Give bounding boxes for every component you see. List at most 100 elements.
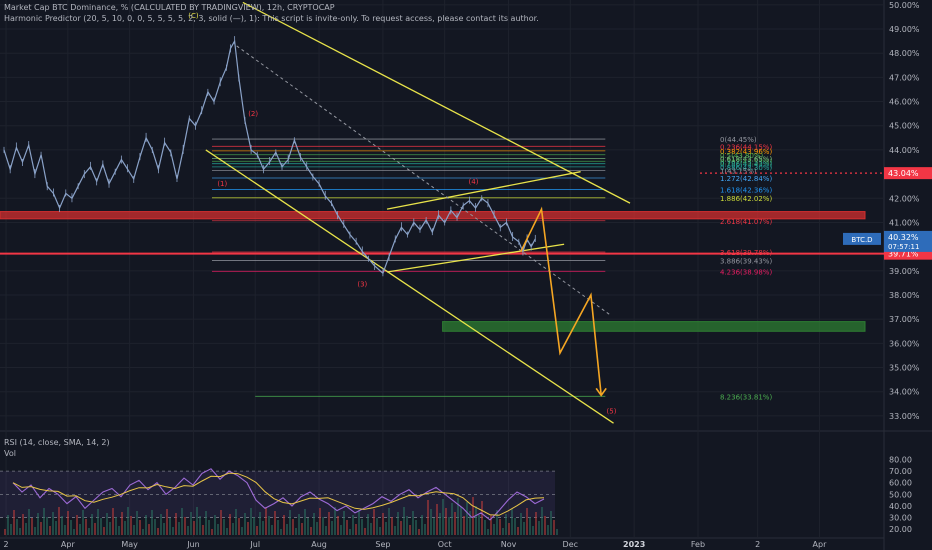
volume-bar bbox=[16, 519, 18, 535]
volume-bar bbox=[37, 513, 39, 535]
volume-bar bbox=[142, 529, 144, 535]
volume-bar bbox=[385, 522, 387, 535]
volume-bar bbox=[223, 519, 225, 535]
volume-bar bbox=[13, 510, 15, 535]
rsi-tick-label: 20.00 bbox=[889, 525, 912, 534]
volume-bar bbox=[379, 527, 381, 535]
volume-bar bbox=[514, 518, 516, 535]
rsi-tick-label: 70.00 bbox=[889, 467, 912, 476]
volume-bar bbox=[325, 526, 327, 535]
volume-bar bbox=[421, 515, 423, 535]
volume-bar bbox=[127, 507, 129, 535]
volume-bar bbox=[523, 522, 525, 535]
volume-bar bbox=[121, 512, 123, 535]
volume-bar bbox=[400, 521, 402, 535]
volume-bar bbox=[133, 525, 135, 535]
volume-bar bbox=[373, 509, 375, 535]
volume-bar bbox=[466, 502, 468, 535]
volume-bar bbox=[175, 513, 177, 535]
dashed-trendline bbox=[236, 45, 610, 315]
volume-bar bbox=[331, 521, 333, 535]
chart-canvas[interactable]: 50.00% 49.00% 48.00% 47.00% 46.00% 45.00% 44.0… bbox=[0, 0, 932, 550]
volume-bar bbox=[424, 524, 426, 535]
volume-bar bbox=[487, 529, 489, 535]
price-tick-label: 34.00% bbox=[889, 388, 920, 397]
volume-bar bbox=[136, 511, 138, 535]
volume-bar bbox=[445, 508, 447, 535]
volume-bar bbox=[301, 523, 303, 535]
volume-bar bbox=[316, 522, 318, 535]
price-chart[interactable]: 50.00% 49.00% 48.00% 47.00% 46.00% 45.00% 44.0… bbox=[0, 0, 932, 550]
volume-bar bbox=[205, 511, 207, 535]
volume-bar bbox=[451, 503, 453, 535]
volume-bar bbox=[259, 512, 261, 535]
volume-bar bbox=[307, 518, 309, 535]
fib-level-label: 4.236(38.98%) bbox=[720, 268, 772, 276]
volume-bar bbox=[553, 520, 555, 535]
fib-level-label: 3.886(39.43%) bbox=[720, 257, 772, 265]
volume-bar bbox=[511, 509, 513, 535]
volume-bar bbox=[397, 512, 399, 535]
volume-bar bbox=[247, 522, 249, 535]
time-tick-label: Feb bbox=[691, 540, 705, 549]
volume-bar bbox=[343, 511, 345, 535]
wave-label: (3) bbox=[357, 281, 367, 289]
volume-bar bbox=[139, 520, 141, 535]
volume-bar bbox=[517, 527, 519, 535]
volume-bar bbox=[520, 513, 522, 535]
volume-bar bbox=[349, 529, 351, 535]
volume-bar bbox=[145, 515, 147, 535]
volume-bar bbox=[148, 524, 150, 535]
volume-bar bbox=[394, 526, 396, 535]
volume-bar bbox=[100, 518, 102, 535]
volume-bar bbox=[268, 516, 270, 535]
volume-bar bbox=[124, 521, 126, 535]
volume-bar bbox=[34, 527, 36, 535]
fib-level-label: 2.618(41.07%) bbox=[720, 218, 772, 226]
volume-bar bbox=[304, 509, 306, 535]
volume-bar bbox=[340, 525, 342, 535]
volume-bar bbox=[310, 527, 312, 535]
volume-bar bbox=[58, 507, 60, 535]
volume-bar bbox=[328, 512, 330, 535]
volume-bar bbox=[166, 509, 168, 535]
time-tick-label: 2 bbox=[4, 540, 9, 549]
volume-bar bbox=[499, 519, 501, 535]
volume-bar bbox=[532, 526, 534, 535]
time-tick-label: Dec bbox=[563, 540, 578, 549]
rsi-tick-label: 80.00 bbox=[889, 455, 912, 464]
price-tick-label: 33.00% bbox=[889, 412, 920, 421]
volume-bar bbox=[352, 515, 354, 535]
volume-bar bbox=[115, 517, 117, 535]
volume-bar bbox=[118, 526, 120, 535]
volume-bar bbox=[382, 513, 384, 535]
rsi-tick-label: 30.00 bbox=[889, 514, 912, 523]
price-tick-label: 35.00% bbox=[889, 364, 920, 373]
volume-legend: Vol bbox=[4, 449, 16, 458]
channel-line-inner-upper bbox=[386, 171, 581, 210]
level-price-tag-label: 43.04% bbox=[888, 169, 919, 178]
time-tick-label: Nov bbox=[501, 540, 517, 549]
volume-bar bbox=[334, 507, 336, 535]
volume-bar bbox=[187, 526, 189, 535]
volume-bar bbox=[181, 508, 183, 535]
volume-bar bbox=[280, 529, 282, 535]
volume-bar bbox=[253, 517, 255, 535]
volume-bar bbox=[235, 509, 237, 535]
price-tick-label: 48.00% bbox=[889, 49, 920, 58]
volume-bar bbox=[157, 528, 159, 535]
volume-bar bbox=[112, 508, 114, 535]
volume-bar bbox=[550, 511, 552, 535]
volume-bar bbox=[88, 528, 90, 535]
volume-bar bbox=[370, 523, 372, 535]
volume-bar bbox=[211, 529, 213, 535]
volume-bar bbox=[67, 511, 69, 535]
volume-bar bbox=[529, 517, 531, 535]
support-zone bbox=[442, 321, 866, 332]
volume-bar bbox=[46, 517, 48, 535]
rsi-tick-label: 40.00 bbox=[889, 502, 912, 511]
price-tick-label: 44.00% bbox=[889, 146, 920, 155]
volume-bar bbox=[313, 513, 315, 535]
channel-line-lower bbox=[205, 149, 614, 424]
volume-bar bbox=[448, 517, 450, 535]
